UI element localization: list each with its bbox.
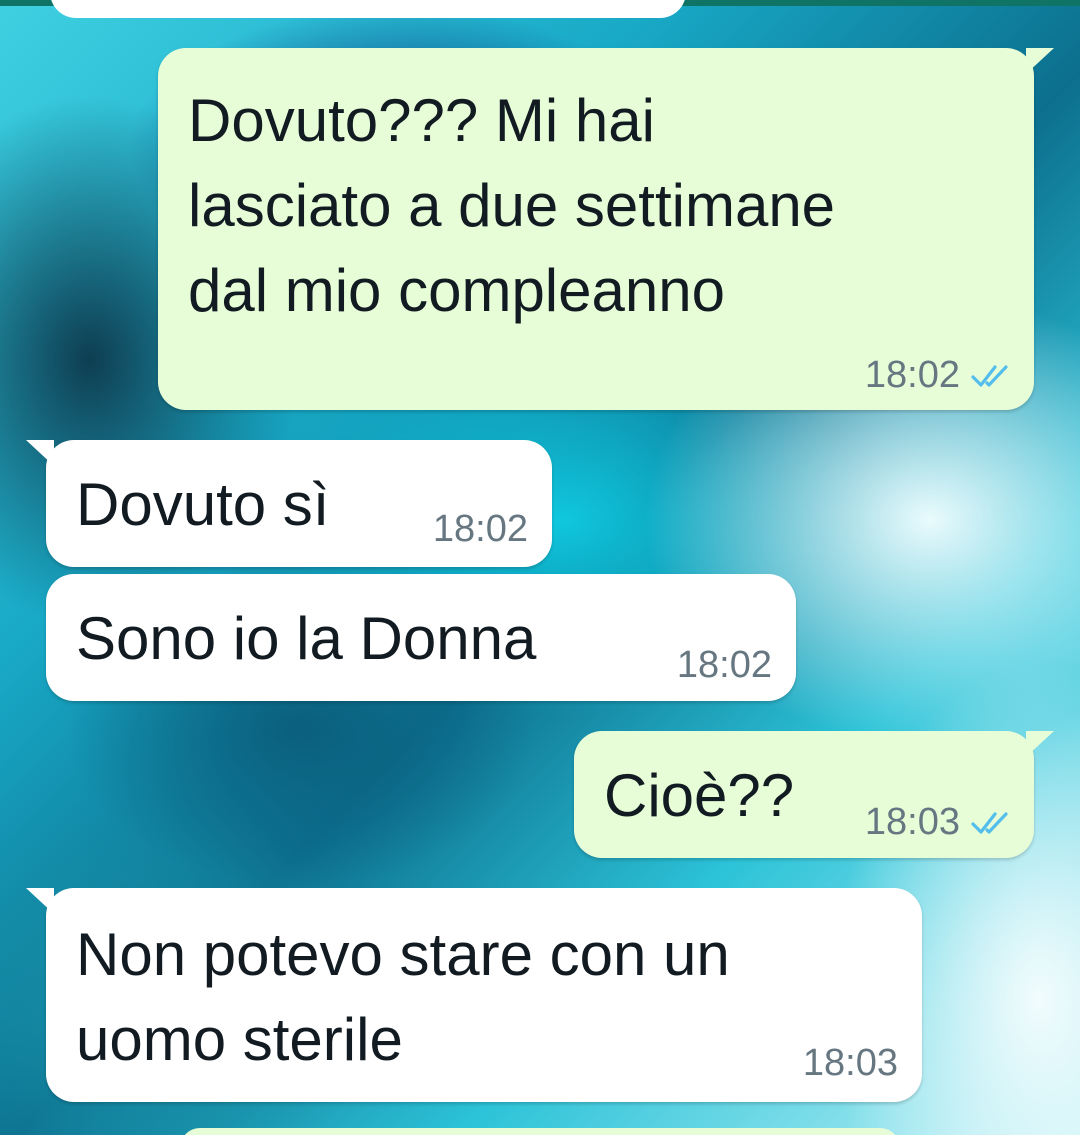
next-message-bubble[interactable] bbox=[180, 1128, 900, 1135]
message-meta: 18:02 bbox=[677, 644, 772, 687]
message-meta: 18:03 bbox=[803, 1042, 898, 1085]
message-bubble-outgoing[interactable]: Cioè?? 18:03 bbox=[574, 731, 1054, 858]
message-text: Sono io la Donna bbox=[76, 605, 537, 672]
message-time: 18:02 bbox=[676, 644, 772, 686]
previous-message-bubble[interactable] bbox=[50, 0, 686, 18]
message-bubble-incoming[interactable]: Sono io la Donna 18:02 bbox=[46, 574, 796, 701]
message-time: 18:03 bbox=[864, 801, 960, 843]
message-text: Cioè?? bbox=[604, 762, 795, 829]
message-bubble-incoming[interactable]: Non potevo stare con un uomo sterile 18:… bbox=[26, 888, 922, 1102]
message-meta: 18:02 bbox=[433, 508, 528, 551]
message-meta: 18:03 bbox=[865, 801, 1012, 844]
message-text: Non potevo stare con un uomo sterile bbox=[76, 921, 730, 1073]
message-bubble-incoming[interactable]: Dovuto sì 18:02 bbox=[26, 440, 552, 567]
double-check-icon bbox=[971, 364, 1008, 387]
chat-conversation: Dovuto??? Mi hai lasciato a due settiman… bbox=[0, 0, 1080, 1135]
message-bubble-outgoing[interactable]: Dovuto??? Mi hai lasciato a due settiman… bbox=[158, 48, 1054, 410]
message-time: 18:03 bbox=[802, 1042, 898, 1084]
message-text: Dovuto sì bbox=[76, 471, 330, 538]
message-text: Dovuto??? Mi hai lasciato a due settiman… bbox=[188, 87, 836, 324]
double-check-icon bbox=[971, 811, 1008, 834]
message-time: 18:02 bbox=[432, 508, 528, 550]
message-meta: 18:02 bbox=[865, 354, 1012, 397]
message-time: 18:02 bbox=[864, 354, 960, 396]
